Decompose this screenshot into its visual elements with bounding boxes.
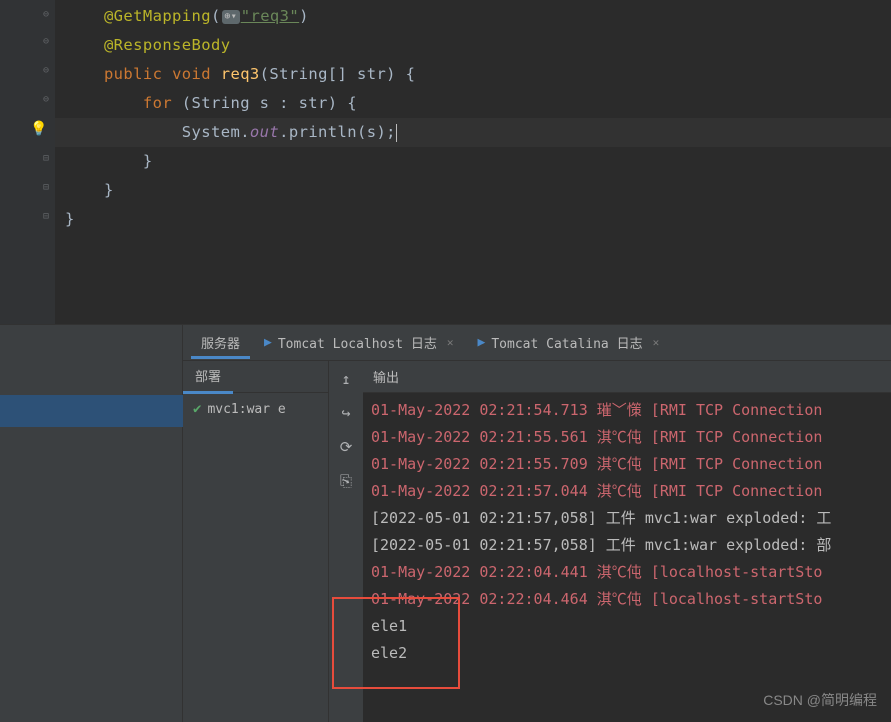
intention-bulb-icon[interactable]: 💡: [30, 121, 47, 137]
panel-main: 服务器 ▶ Tomcat Localhost 日志 ✕ ▶ Tomcat Cat…: [183, 325, 891, 722]
keyword: void: [172, 65, 221, 83]
deploy-section: 部署 ✔ mvc1:war e: [183, 361, 329, 722]
subtab-label: 部署: [195, 370, 221, 385]
console-line: [2022-05-01 02:21:57,058] 工件 mvc1:war ex…: [371, 505, 883, 532]
console-line: 01-May-2022 02:21:54.713 璀﹀憡 [RMI TCP Co…: [371, 397, 883, 424]
tab-label: Tomcat Catalina 日志: [491, 333, 642, 352]
scroll-up-icon[interactable]: ↥: [338, 367, 353, 391]
play-icon: ▶: [264, 335, 272, 350]
fold-end-icon[interactable]: ⊟: [43, 182, 49, 193]
console-line: 01-May-2022 02:22:04.464 淇℃伅 [localhost-…: [371, 586, 883, 613]
code-content[interactable]: @GetMapping(⊕▾"req3") @ResponseBody publ…: [55, 0, 891, 324]
close-icon[interactable]: ✕: [447, 336, 454, 349]
editor-gutter: ⊖ ⊖ ⊖ ⊖ 💡 ⊟ ⊟ ⊟: [0, 0, 55, 324]
play-icon: ▶: [478, 335, 486, 350]
console-line: 01-May-2022 02:22:04.441 淇℃伅 [localhost-…: [371, 559, 883, 586]
console-output[interactable]: 01-May-2022 02:21:54.713 璀﹀憡 [RMI TCP Co…: [363, 393, 891, 722]
left-sidebar: [0, 325, 183, 722]
output-section: ↥ ↪ ⟳ ⎘ 输出 01-May-2022 02:21:54.713 璀﹀憡 …: [329, 361, 891, 722]
string-literal: "req3": [241, 7, 299, 25]
subtab-deploy[interactable]: 部署: [183, 360, 233, 394]
tab-server[interactable]: 服务器: [191, 327, 250, 359]
console-line: 01-May-2022 02:21:55.709 淇℃伅 [RMI TCP Co…: [371, 451, 883, 478]
annotation: @ResponseBody: [104, 36, 231, 54]
watermark: CSDN @简明编程: [763, 690, 877, 710]
code-line: public void req3(String[] str) {: [55, 60, 891, 89]
code-line: }: [55, 176, 891, 205]
fold-end-icon[interactable]: ⊟: [43, 153, 49, 164]
console-line: 01-May-2022 02:21:57.044 淇℃伅 [RMI TCP Co…: [371, 478, 883, 505]
console-line: [2022-05-01 02:21:57,058] 工件 mvc1:war ex…: [371, 532, 883, 559]
code-line-current: System.out.println(s);: [55, 118, 891, 147]
code-line: for (String s : str) {: [55, 89, 891, 118]
code-line: @ResponseBody: [55, 31, 891, 60]
deploy-subtabs: 部署: [183, 361, 328, 393]
bottom-panel: 服务器 ▶ Tomcat Localhost 日志 ✕ ▶ Tomcat Cat…: [0, 324, 891, 722]
static-field: out: [250, 123, 279, 141]
close-icon[interactable]: ✕: [653, 336, 660, 349]
code-line: }: [55, 205, 891, 234]
console-line: ele1: [371, 613, 883, 640]
console-line: ele2: [371, 640, 883, 667]
tab-label: 服务器: [201, 333, 240, 352]
output-content: 输出 01-May-2022 02:21:54.713 璀﹀憡 [RMI TCP…: [363, 361, 891, 722]
fold-end-icon[interactable]: ⊟: [43, 211, 49, 222]
output-header-label: 输出: [373, 371, 399, 386]
globe-icon: ⊕▾: [222, 10, 240, 24]
console-line: 01-May-2022 02:21:55.561 淇℃伅 [RMI TCP Co…: [371, 424, 883, 451]
code-line: @GetMapping(⊕▾"req3"): [55, 2, 891, 31]
tab-localhost-log[interactable]: ▶ Tomcat Localhost 日志 ✕: [254, 327, 464, 358]
method-name: req3: [221, 65, 260, 83]
tab-catalina-log[interactable]: ▶ Tomcat Catalina 日志 ✕: [468, 327, 670, 358]
tab-label: Tomcat Localhost 日志: [278, 333, 437, 352]
export-icon[interactable]: ⎘: [337, 469, 355, 493]
tab-bar: 服务器 ▶ Tomcat Localhost 日志 ✕ ▶ Tomcat Cat…: [183, 325, 891, 361]
fold-icon[interactable]: ⊖: [43, 9, 49, 20]
code-line: }: [55, 147, 891, 176]
deploy-item-label: mvc1:war e: [207, 402, 285, 417]
output-header: 输出: [363, 361, 891, 393]
editor-area: ⊖ ⊖ ⊖ ⊖ 💡 ⊟ ⊟ ⊟ @GetMapping(⊕▾"req3") @R…: [0, 0, 891, 324]
keyword: public: [104, 65, 172, 83]
panel-body: 部署 ✔ mvc1:war e ↥ ↪ ⟳ ⎘ 输出: [183, 361, 891, 722]
redirect-icon[interactable]: ↪: [338, 401, 353, 425]
refresh-icon[interactable]: ⟳: [337, 435, 356, 459]
selection-highlight: [0, 395, 183, 427]
fold-icon[interactable]: ⊖: [43, 65, 49, 76]
keyword: for: [143, 94, 182, 112]
output-toolbar: ↥ ↪ ⟳ ⎘: [329, 361, 363, 722]
annotation: @GetMapping: [104, 7, 211, 25]
check-icon: ✔: [193, 401, 201, 417]
text-cursor: [396, 124, 397, 142]
fold-icon[interactable]: ⊖: [43, 94, 49, 105]
deploy-item[interactable]: ✔ mvc1:war e: [183, 393, 328, 425]
fold-icon[interactable]: ⊖: [43, 36, 49, 47]
